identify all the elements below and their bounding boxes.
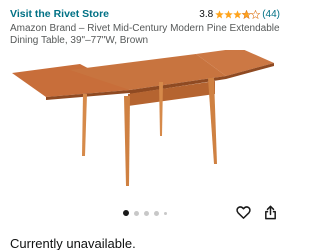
product-image[interactable] [0, 50, 289, 202]
store-rating-row: Visit the Rivet Store 3.8 (44) [10, 7, 280, 21]
carousel-dot[interactable] [133, 210, 139, 216]
availability-status: Currently unavailable. [10, 236, 136, 250]
table-leg [82, 94, 87, 156]
carousel-dot[interactable] [143, 210, 149, 216]
star-empty-icon [251, 9, 261, 19]
visit-store-link[interactable]: Visit the Rivet Store [10, 8, 109, 20]
rating-value: 3.8 [199, 8, 214, 20]
table-leg [124, 96, 130, 186]
star-icon [233, 9, 242, 18]
table-leg [159, 82, 163, 136]
product-title: Amazon Brand – Rivet Mid-Century Modern … [10, 23, 280, 46]
star-icon [242, 9, 252, 19]
table-leg [208, 78, 217, 164]
heart-outline-icon[interactable] [236, 205, 251, 220]
product-page: Visit the Rivet Store 3.8 (44) Amazon Br… [0, 0, 289, 250]
star-icon [215, 9, 224, 18]
rating-summary[interactable]: 3.8 (44) [199, 9, 280, 20]
star-icon [224, 9, 233, 18]
rating-count-link[interactable]: (44) [262, 9, 280, 20]
share-icon[interactable] [263, 205, 278, 220]
carousel-dot[interactable] [153, 210, 159, 216]
star-rating [215, 9, 261, 19]
carousel-dot-active[interactable] [122, 210, 129, 216]
carousel-dot[interactable] [163, 211, 167, 215]
